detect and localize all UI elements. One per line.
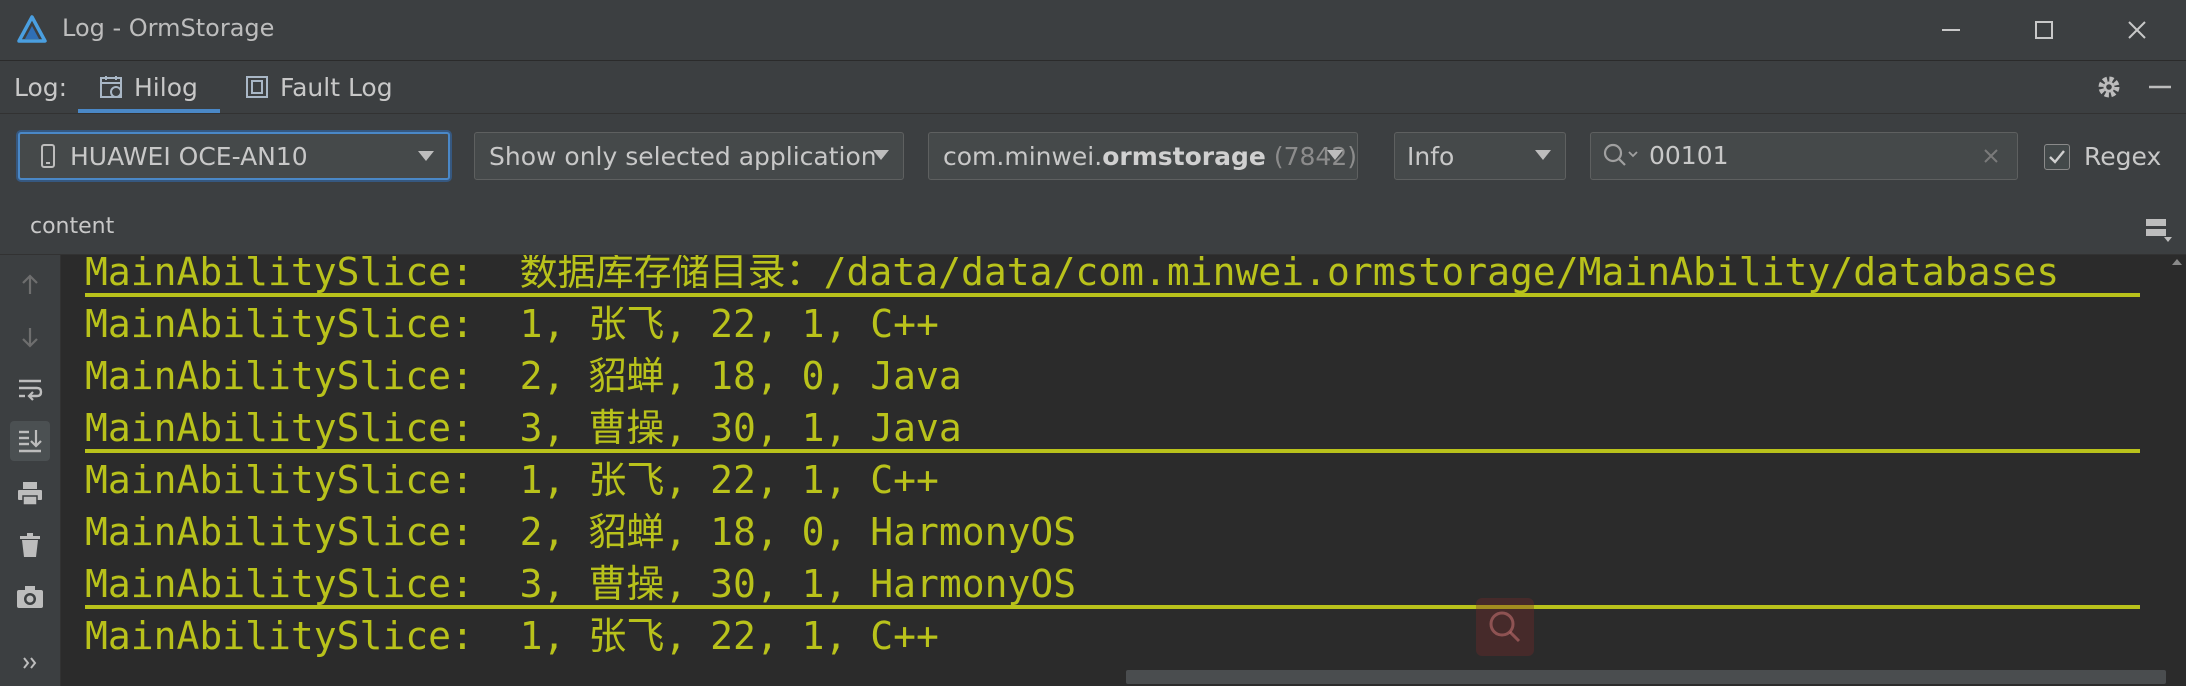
log-side-toolbar (0, 255, 61, 686)
horizontal-scrollbar-thumb[interactable] (1126, 670, 2166, 684)
filter-toolbar: HUAWEI OCE-AN10 Show only selected appli… (0, 114, 2186, 202)
floating-search-button[interactable] (1476, 598, 1534, 656)
regex-label: Regex (2084, 142, 2162, 171)
double-chevron-right-icon (23, 657, 37, 669)
log-line: MainAbilitySlice: 3, 曹操, 30, 1, Java (85, 406, 962, 450)
log-separator (85, 605, 2140, 609)
log-output[interactable]: MainAbilitySlice: 数据库存储目录：/data/data/com… (61, 255, 2186, 686)
log-line: MainAbilitySlice: 1, 张飞, 22, 1, C++ (85, 302, 939, 346)
log-line: MainAbilitySlice: 2, 貂蝉, 18, 0, HarmonyO… (85, 510, 1077, 554)
clear-search-icon[interactable] (1981, 146, 2001, 166)
log-separator (85, 293, 2140, 297)
arrow-up-icon (22, 274, 38, 294)
regex-checkbox[interactable] (2044, 144, 2070, 170)
chevron-down-icon (1535, 150, 1551, 160)
maximize-icon (2035, 21, 2053, 39)
level-select[interactable]: Info (1394, 132, 1566, 180)
minimize-icon (1942, 29, 1960, 31)
search-input[interactable]: 00101 (1649, 141, 1729, 170)
screen-capture-button[interactable] (10, 577, 50, 617)
clear-log-button[interactable] (10, 525, 50, 565)
log-line: MainAbilitySlice: 1, 张飞, 22, 1, C++ (85, 614, 939, 658)
chevron-down-icon (873, 150, 889, 160)
tab-fault-log[interactable]: Fault Log (244, 61, 393, 113)
gear-icon[interactable] (2094, 72, 2124, 102)
maximize-button[interactable] (1999, 0, 2089, 60)
content-header: content (0, 202, 2186, 255)
log-line: MainAbilitySlice: 2, 貂蝉, 18, 0, Java (85, 354, 962, 398)
search-field[interactable]: 00101 (1590, 132, 2018, 180)
chevron-down-icon (1327, 150, 1343, 160)
soft-wrap-button[interactable] (10, 369, 50, 409)
level-select-value: Info (1407, 141, 1455, 171)
log-line: MainAbilitySlice: 数据库存储目录：/data/data/com… (85, 255, 2060, 294)
scroll-down-button[interactable] (10, 317, 50, 357)
close-button[interactable] (2092, 0, 2182, 60)
package-name: ormstorage (1102, 141, 1266, 171)
window-title: Log - OrmStorage (62, 14, 275, 42)
checkmark-icon (2049, 150, 2065, 164)
vertical-scrollbar[interactable] (2166, 255, 2186, 686)
hilog-icon (100, 76, 122, 98)
column-header-content: content (30, 214, 115, 239)
soft-wrap-icon (19, 379, 43, 401)
title-bar: Log - OrmStorage (0, 0, 2186, 60)
tab-hilog[interactable]: Hilog (78, 61, 220, 113)
log-line: MainAbilitySlice: 1, 张飞, 22, 1, C++ (85, 458, 939, 502)
log-line: MainAbilitySlice: 3, 曹操, 30, 1, HarmonyO… (85, 562, 1077, 606)
search-icon (1489, 611, 1521, 643)
scope-select[interactable]: Show only selected application (474, 132, 904, 180)
tab-fault-log-label: Fault Log (280, 72, 393, 102)
hide-panel-icon[interactable] (2145, 72, 2175, 102)
package-pid: (7842) (1273, 141, 1357, 171)
scroll-to-end-toggle[interactable] (10, 421, 50, 461)
scroll-up-arrow-icon (2172, 259, 2182, 265)
deveco-logo-icon (17, 15, 47, 43)
trash-icon (20, 533, 40, 557)
camera-icon (17, 586, 43, 608)
phone-icon (41, 144, 55, 168)
layout-options-icon[interactable] (2144, 216, 2174, 244)
arrow-down-icon (22, 328, 38, 348)
close-icon (2128, 21, 2146, 39)
print-button[interactable] (10, 473, 50, 513)
scroll-to-end-icon (19, 430, 42, 453)
package-select[interactable]: com.minwei. ormstorage (7842) (928, 132, 1358, 180)
search-icon (1603, 143, 1638, 166)
more-actions-button[interactable] (10, 643, 50, 683)
device-select-value: HUAWEI OCE-AN10 (70, 141, 308, 171)
print-icon (18, 482, 42, 506)
minimize-button[interactable] (1906, 0, 1996, 60)
scroll-up-button[interactable] (10, 265, 50, 305)
log-separator (85, 449, 2140, 453)
log-tab-bar: Log: Hilog Fault Log (0, 61, 2186, 114)
chevron-down-icon (418, 151, 434, 161)
package-prefix: com.minwei. (943, 141, 1103, 171)
fault-log-icon (246, 76, 268, 98)
device-select[interactable]: HUAWEI OCE-AN10 (18, 132, 450, 180)
scope-select-value: Show only selected application (489, 141, 877, 171)
tab-hilog-label: Hilog (134, 72, 198, 102)
log-label: Log: (14, 73, 68, 102)
